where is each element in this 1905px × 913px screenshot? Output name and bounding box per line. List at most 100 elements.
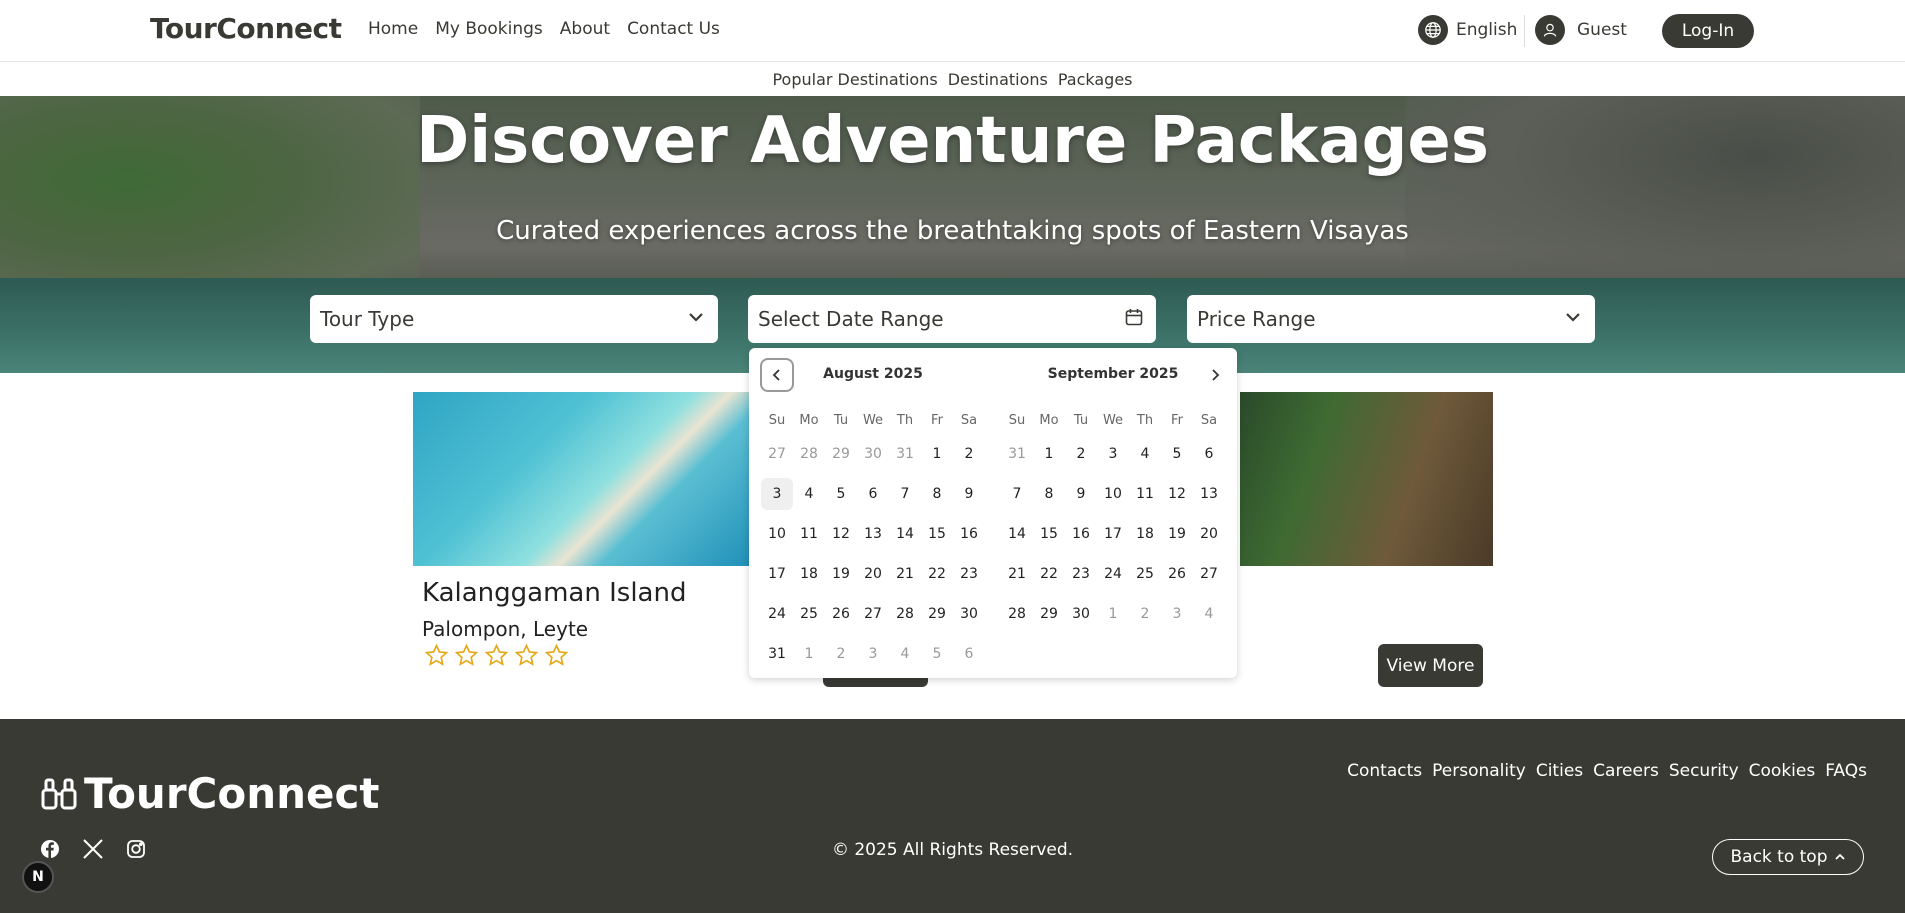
subnav-destinations[interactable]: Destinations bbox=[948, 70, 1048, 89]
brand-logo[interactable]: TourConnect bbox=[150, 12, 342, 45]
calendar-day[interactable]: 9 bbox=[953, 474, 985, 514]
calendar-day[interactable]: 28 bbox=[889, 594, 921, 634]
footer-brand[interactable]: TourConnect bbox=[40, 769, 379, 818]
nav-home[interactable]: Home bbox=[368, 19, 418, 39]
calendar-day[interactable]: 11 bbox=[793, 514, 825, 554]
calendar-day[interactable]: 17 bbox=[1097, 514, 1129, 554]
nav-contact-us[interactable]: Contact Us bbox=[627, 19, 720, 39]
calendar-day[interactable]: 20 bbox=[1193, 514, 1225, 554]
calendar-day[interactable]: 25 bbox=[1129, 554, 1161, 594]
footer-link-security[interactable]: Security bbox=[1669, 761, 1739, 781]
tour-type-select[interactable]: Tour Type bbox=[310, 295, 718, 343]
footer-link-cookies[interactable]: Cookies bbox=[1749, 761, 1816, 781]
nav-my-bookings[interactable]: My Bookings bbox=[435, 19, 543, 39]
calendar-day[interactable]: 10 bbox=[1097, 474, 1129, 514]
calendar-day[interactable]: 24 bbox=[761, 594, 793, 634]
calendar-day-outside[interactable]: 1 bbox=[793, 634, 825, 674]
calendar-day[interactable]: 11 bbox=[1129, 474, 1161, 514]
card-image-second[interactable] bbox=[1240, 392, 1493, 566]
calendar-day-outside[interactable]: 31 bbox=[889, 434, 921, 474]
calendar-day[interactable]: 14 bbox=[1001, 514, 1033, 554]
calendar-day[interactable]: 8 bbox=[921, 474, 953, 514]
calendar-day[interactable]: 29 bbox=[921, 594, 953, 634]
calendar-day[interactable]: 7 bbox=[1001, 474, 1033, 514]
calendar-day[interactable]: 13 bbox=[1193, 474, 1225, 514]
calendar-day[interactable]: 19 bbox=[825, 554, 857, 594]
calendar-day[interactable]: 8 bbox=[1033, 474, 1065, 514]
calendar-day-outside[interactable]: 2 bbox=[1129, 594, 1161, 634]
calendar-day[interactable]: 20 bbox=[857, 554, 889, 594]
subnav-popular-destinations[interactable]: Popular Destinations bbox=[772, 70, 937, 89]
nav-about[interactable]: About bbox=[560, 19, 610, 39]
calendar-day[interactable]: 10 bbox=[761, 514, 793, 554]
date-range-input[interactable]: Select Date Range bbox=[748, 295, 1156, 343]
calendar-day[interactable]: 23 bbox=[1065, 554, 1097, 594]
price-range-select[interactable]: Price Range bbox=[1187, 295, 1595, 343]
card-image-kalanggaman[interactable] bbox=[413, 392, 753, 566]
calendar-day[interactable]: 18 bbox=[1129, 514, 1161, 554]
calendar-day[interactable]: 28 bbox=[1001, 594, 1033, 634]
footer-link-careers[interactable]: Careers bbox=[1593, 761, 1659, 781]
calendar-day-outside[interactable]: 3 bbox=[1161, 594, 1193, 634]
calendar-day[interactable]: 2 bbox=[953, 434, 985, 474]
calendar-day-outside[interactable]: 30 bbox=[857, 434, 889, 474]
dev-badge[interactable]: N bbox=[22, 861, 54, 893]
calendar-day[interactable]: 3 bbox=[1097, 434, 1129, 474]
calendar-day[interactable]: 4 bbox=[793, 474, 825, 514]
footer-link-contacts[interactable]: Contacts bbox=[1347, 761, 1422, 781]
calendar-day-outside[interactable]: 5 bbox=[921, 634, 953, 674]
calendar-day[interactable]: 26 bbox=[825, 594, 857, 634]
footer-link-personality[interactable]: Personality bbox=[1432, 761, 1526, 781]
calendar-day[interactable]: 4 bbox=[1129, 434, 1161, 474]
calendar-day[interactable]: 22 bbox=[921, 554, 953, 594]
calendar-day[interactable]: 1 bbox=[921, 434, 953, 474]
calendar-day-outside[interactable]: 4 bbox=[1193, 594, 1225, 634]
calendar-day-outside[interactable]: 29 bbox=[825, 434, 857, 474]
calendar-day[interactable]: 5 bbox=[1161, 434, 1193, 474]
calendar-day[interactable]: 30 bbox=[953, 594, 985, 634]
calendar-day[interactable]: 6 bbox=[857, 474, 889, 514]
calendar-day[interactable]: 23 bbox=[953, 554, 985, 594]
calendar-day[interactable]: 24 bbox=[1097, 554, 1129, 594]
calendar-day[interactable]: 25 bbox=[793, 594, 825, 634]
calendar-day[interactable]: 5 bbox=[825, 474, 857, 514]
calendar-day[interactable]: 27 bbox=[857, 594, 889, 634]
calendar-day[interactable]: 9 bbox=[1065, 474, 1097, 514]
calendar-day-today[interactable]: 3 bbox=[761, 478, 793, 510]
calendar-day[interactable]: 30 bbox=[1065, 594, 1097, 634]
calendar-day[interactable]: 15 bbox=[1033, 514, 1065, 554]
back-to-top-button[interactable]: Back to top bbox=[1712, 839, 1864, 875]
calendar-day[interactable]: 12 bbox=[825, 514, 857, 554]
calendar-day[interactable]: 19 bbox=[1161, 514, 1193, 554]
calendar-day[interactable]: 21 bbox=[889, 554, 921, 594]
calendar-day[interactable]: 7 bbox=[889, 474, 921, 514]
subnav-packages[interactable]: Packages bbox=[1058, 70, 1133, 89]
calendar-day-outside[interactable]: 1 bbox=[1097, 594, 1129, 634]
calendar-day-outside[interactable]: 3 bbox=[857, 634, 889, 674]
calendar-day-outside[interactable]: 28 bbox=[793, 434, 825, 474]
language-selector[interactable]: English bbox=[1418, 15, 1517, 45]
calendar-day[interactable]: 2 bbox=[1065, 434, 1097, 474]
calendar-day-outside[interactable]: 27 bbox=[761, 434, 793, 474]
footer-link-faqs[interactable]: FAQs bbox=[1825, 761, 1867, 781]
calendar-day-outside[interactable]: 31 bbox=[1001, 434, 1033, 474]
calendar-day-outside[interactable]: 2 bbox=[825, 634, 857, 674]
calendar-day[interactable]: 13 bbox=[857, 514, 889, 554]
calendar-day[interactable]: 31 bbox=[761, 634, 793, 674]
calendar-day-outside[interactable]: 6 bbox=[953, 634, 985, 674]
calendar-day[interactable]: 16 bbox=[953, 514, 985, 554]
calendar-day[interactable]: 18 bbox=[793, 554, 825, 594]
calendar-day[interactable]: 26 bbox=[1161, 554, 1193, 594]
user-menu[interactable]: Guest bbox=[1535, 15, 1627, 45]
calendar-day-outside[interactable]: 4 bbox=[889, 634, 921, 674]
login-button[interactable]: Log-In bbox=[1662, 14, 1754, 48]
calendar-day[interactable]: 29 bbox=[1033, 594, 1065, 634]
calendar-day[interactable]: 21 bbox=[1001, 554, 1033, 594]
calendar-day[interactable]: 17 bbox=[761, 554, 793, 594]
calendar-day[interactable]: 1 bbox=[1033, 434, 1065, 474]
footer-link-cities[interactable]: Cities bbox=[1536, 761, 1583, 781]
calendar-day[interactable]: 14 bbox=[889, 514, 921, 554]
calendar-day[interactable]: 12 bbox=[1161, 474, 1193, 514]
calendar-day[interactable]: 16 bbox=[1065, 514, 1097, 554]
calendar-day[interactable]: 15 bbox=[921, 514, 953, 554]
